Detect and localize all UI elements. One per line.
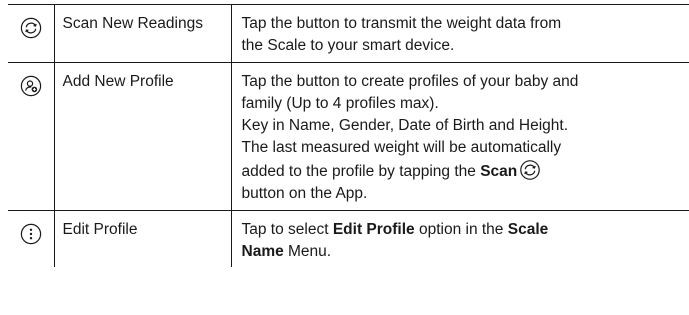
description-line: Name Menu. xyxy=(242,241,678,263)
feature-name: Scan New Readings xyxy=(62,15,203,32)
description-line: family (Up to 4 profiles max). xyxy=(241,95,439,112)
description-text: Tap to select xyxy=(241,221,333,238)
description-line: Tap the button to create profiles of you… xyxy=(241,73,579,90)
name-bold-text: Name xyxy=(241,243,284,260)
refresh-circle-icon xyxy=(20,17,42,39)
feature-name: Add New Profile xyxy=(62,73,174,90)
more-vertical-circle-icon xyxy=(20,223,42,245)
icon-cell xyxy=(8,4,55,63)
icon-cell xyxy=(8,210,55,267)
description-line: the Scale to your smart device. xyxy=(241,37,455,54)
scan-bold-text: Scan xyxy=(480,163,518,180)
manual-page: Scan New Readings Tap the button to tran… xyxy=(0,0,689,315)
description-line: Tap to select Edit Profile option in the… xyxy=(242,219,678,241)
edit-profile-bold-text: Edit Profile xyxy=(332,221,415,238)
feature-name-cell: Add New Profile xyxy=(53,62,232,211)
description-line-with-icon: added to the profile by tapping the Scan xyxy=(242,159,678,183)
feature-description-cell: Tap to select Edit Profile option in the… xyxy=(230,210,689,267)
description-line: Key in Name, Gender, Date of Birth and H… xyxy=(241,117,569,134)
feature-name-cell: Edit Profile xyxy=(53,210,232,267)
icon-cell xyxy=(8,62,55,211)
app-features-table: Scan New Readings Tap the button to tran… xyxy=(8,4,689,267)
description-line: Tap the button to transmit the weight da… xyxy=(241,15,562,32)
table-row: Edit Profile Tap to select Edit Profile … xyxy=(8,210,689,267)
refresh-circle-icon xyxy=(519,159,541,181)
add-profile-icon xyxy=(20,75,42,97)
feature-name-cell: Scan New Readings xyxy=(53,4,232,63)
description-text: option in the xyxy=(414,221,508,238)
scale-bold-text: Scale xyxy=(507,221,549,238)
description-line: The last measured weight will be automat… xyxy=(241,139,562,156)
table-row: Add New Profile Tap the button to create… xyxy=(8,62,689,211)
table-row: Scan New Readings Tap the button to tran… xyxy=(8,4,689,63)
description-text: added to the profile by tapping the xyxy=(241,163,476,180)
feature-description-cell: Tap the button to transmit the weight da… xyxy=(230,4,689,63)
description-line: button on the App. xyxy=(241,185,368,202)
description-text: Menu. xyxy=(283,243,332,260)
feature-description-cell: Tap the button to create profiles of you… xyxy=(230,62,689,211)
feature-name: Edit Profile xyxy=(62,221,138,238)
